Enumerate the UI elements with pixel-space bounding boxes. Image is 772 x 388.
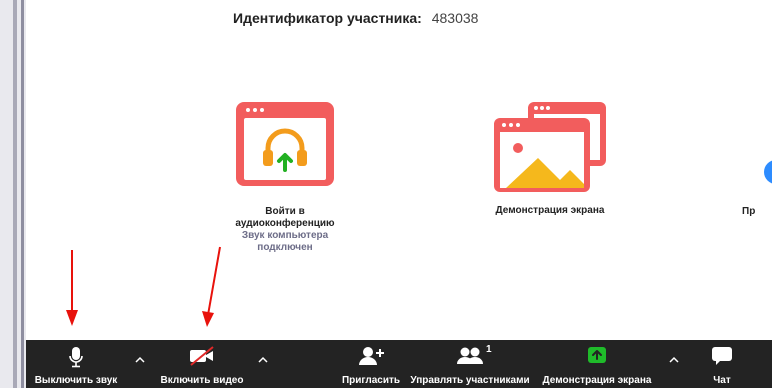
partial-option-label: Пр (742, 206, 756, 217)
share-screen-button[interactable]: Демонстрация экрана (534, 340, 660, 388)
share-screen-label: Демонстрация экрана (542, 375, 652, 386)
headphones-upload-icon (236, 102, 334, 186)
mute-button[interactable]: Выключить звук (26, 340, 126, 388)
left-border-line-inner (21, 0, 24, 388)
share-screen-icon (588, 347, 606, 363)
audio-status-label: Звук компьютера подключен (241, 230, 329, 253)
screen-share-windows-icon (494, 102, 606, 192)
chat-label: Чат (713, 375, 731, 386)
participant-id: Идентификатор участника: 483038 (233, 10, 478, 26)
participant-id-label: Идентификатор участника: (233, 10, 422, 26)
meeting-toolbar: Выключить звук Включить видео Пригласить (26, 340, 772, 388)
chevron-up-icon[interactable] (668, 354, 680, 366)
start-video-button[interactable]: Включить видео (150, 340, 254, 388)
chevron-up-icon[interactable] (257, 354, 269, 366)
manage-participants-label: Управлять участниками (410, 375, 530, 386)
add-user-icon (359, 347, 384, 365)
red-arrow-annotation (202, 246, 221, 327)
chat-bubble-icon (712, 347, 732, 365)
participant-id-value: 483038 (431, 10, 479, 26)
invite-label: Пригласить (341, 375, 401, 386)
participants-count: 1 (486, 344, 492, 355)
red-arrow-annotation (66, 250, 78, 326)
video-off-icon (190, 346, 214, 366)
screen-share-option[interactable]: Демонстрация экрана (470, 100, 630, 217)
chat-button[interactable]: Чат (694, 340, 750, 388)
chevron-up-icon[interactable] (134, 354, 146, 366)
partial-option[interactable]: Пр (742, 150, 772, 217)
left-border-line (13, 0, 17, 388)
manage-participants-button[interactable]: 1 Управлять участниками (404, 340, 536, 388)
microphone-icon (69, 347, 83, 368)
screen-share-label: Демонстрация экрана (495, 205, 605, 216)
join-audio-label: Войти в аудиоконференцию (235, 206, 335, 229)
invite-button[interactable]: Пригласить (338, 340, 404, 388)
join-audio-option[interactable]: Войти в аудиоконференцию Звук компьютера… (218, 100, 352, 254)
partial-blue-icon (764, 160, 772, 184)
start-video-label: Включить видео (160, 375, 244, 386)
mute-label: Выключить звук (34, 375, 118, 386)
participants-icon (457, 347, 483, 364)
